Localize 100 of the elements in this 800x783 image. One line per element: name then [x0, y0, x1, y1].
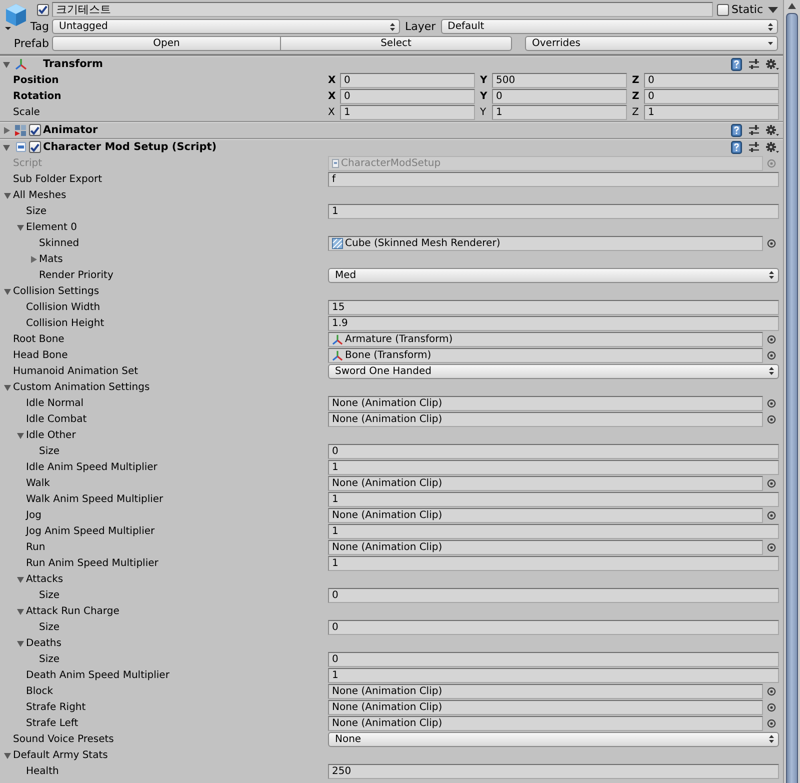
foldout-arrow-icon[interactable]	[17, 432, 24, 438]
text-field[interactable]: 250	[328, 764, 779, 778]
preset-sliders-icon[interactable]	[749, 142, 759, 152]
object-field[interactable]: None (Animation Clip)	[328, 684, 763, 698]
object-picker-icon[interactable]	[766, 510, 776, 520]
help-icon[interactable]	[731, 124, 742, 136]
object-picker-icon[interactable]	[766, 238, 776, 248]
foldout-label[interactable]: Default Army Stats	[13, 750, 108, 760]
foldout-label[interactable]: Collision Settings	[13, 286, 100, 296]
text-field[interactable]: 0	[328, 620, 779, 634]
foldout-arrow-icon[interactable]	[3, 60, 10, 68]
text-field[interactable]: 1	[328, 668, 779, 682]
text-field[interactable]: f	[328, 172, 779, 186]
popup-dropdown[interactable]: None	[328, 732, 779, 746]
number-field[interactable]: 1	[644, 104, 779, 120]
object-field[interactable]: Armature (Transform)	[328, 332, 763, 346]
foldout-label[interactable]: Attack Run Charge	[26, 606, 120, 616]
property-label: Script	[13, 158, 42, 168]
transform-axes-icon	[14, 58, 26, 70]
foldout-arrow-icon[interactable]	[3, 126, 10, 134]
foldout-arrow-icon[interactable]	[17, 608, 24, 614]
active-checkbox[interactable]	[37, 4, 49, 16]
number-field[interactable]: 0	[340, 88, 475, 104]
cube-icon[interactable]	[4, 3, 28, 30]
static-label: Static	[732, 3, 763, 16]
overrides-dropdown[interactable]: Overrides	[525, 36, 778, 51]
text-field[interactable]: 0	[328, 652, 779, 666]
number-field[interactable]: 0	[644, 88, 779, 104]
axis-label: Y	[480, 74, 488, 86]
enabled-checkbox[interactable]	[29, 124, 41, 136]
enabled-checkbox[interactable]	[29, 141, 41, 153]
foldout-label[interactable]: Custom Animation Settings	[13, 382, 150, 392]
number-field[interactable]: 500	[492, 72, 627, 88]
text-field[interactable]: 1	[328, 460, 779, 474]
foldout-arrow-icon[interactable]	[17, 224, 24, 230]
object-field[interactable]: None (Animation Clip)	[328, 716, 763, 730]
object-picker-icon[interactable]	[766, 478, 776, 488]
text-field[interactable]: 1	[328, 204, 779, 218]
object-picker-icon[interactable]	[766, 542, 776, 552]
popup-dropdown[interactable]: Sword One Handed	[328, 364, 779, 378]
object-field[interactable]: None (Animation Clip)	[328, 396, 763, 410]
foldout-arrow-icon[interactable]	[3, 144, 10, 150]
foldout-arrow-icon[interactable]	[4, 288, 11, 294]
foldout-label[interactable]: Mats	[39, 254, 63, 264]
text-field[interactable]: 1.9	[328, 316, 779, 330]
object-field[interactable]: None (Animation Clip)	[328, 540, 763, 554]
text-field[interactable]: 0	[328, 444, 779, 458]
foldout-arrow-icon[interactable]	[17, 640, 24, 646]
property-label: Block	[26, 686, 54, 696]
prefab-button[interactable]: Select	[281, 36, 512, 51]
text-field[interactable]: 1	[328, 492, 779, 506]
number-field[interactable]: 0	[644, 72, 779, 88]
foldout-arrow-icon[interactable]	[4, 752, 11, 758]
foldout-arrow-icon[interactable]	[4, 384, 11, 390]
settings-gear-icon[interactable]	[766, 124, 779, 136]
object-field[interactable]: None (Animation Clip)	[328, 700, 763, 714]
prefab-label: Prefab	[14, 37, 49, 50]
object-field[interactable]: Bone (Transform)	[328, 348, 763, 362]
number-field[interactable]: 1	[492, 104, 627, 120]
property-label: Size	[39, 590, 60, 600]
updown-arrows-icon	[769, 735, 774, 743]
preset-sliders-icon[interactable]	[749, 125, 759, 135]
help-icon[interactable]	[731, 140, 742, 154]
property-label: Collision Height	[26, 318, 104, 328]
popup-dropdown[interactable]: Med	[328, 268, 779, 282]
name-field[interactable]: 크기테스트	[52, 2, 713, 17]
property-label: Humanoid Animation Set	[13, 366, 138, 376]
text-field[interactable]: 1	[328, 524, 779, 538]
preset-sliders-icon[interactable]	[749, 59, 759, 69]
foldout-label[interactable]: All Meshes	[13, 190, 66, 200]
foldout-label[interactable]: Attacks	[26, 574, 64, 584]
settings-gear-icon[interactable]	[766, 142, 779, 152]
foldout-arrow-icon[interactable]	[30, 256, 37, 262]
dropdown-arrow-icon[interactable]	[768, 6, 778, 12]
tag-dropdown[interactable]: Untagged	[52, 19, 400, 34]
number-field[interactable]: 0	[492, 88, 627, 104]
object-field[interactable]: None (Animation Clip)	[328, 476, 763, 490]
object-field[interactable]: None (Animation Clip)	[328, 508, 763, 522]
foldout-label[interactable]: Deaths	[26, 638, 62, 648]
prefab-button[interactable]: Open	[52, 36, 281, 51]
foldout-label[interactable]: Element 0	[26, 222, 77, 232]
foldout-label[interactable]: Idle Other	[26, 430, 76, 440]
object-field[interactable]: Cube (Skinned Mesh Renderer)	[328, 236, 763, 250]
text-field[interactable]: 15	[328, 300, 779, 314]
number-field[interactable]: 1	[340, 104, 475, 120]
static-checkbox[interactable]	[716, 4, 729, 16]
help-icon[interactable]	[731, 58, 742, 70]
object-field[interactable]: None (Animation Clip)	[328, 412, 763, 426]
layer-dropdown[interactable]: Default	[440, 19, 778, 34]
property-label: Skinned	[39, 238, 80, 248]
settings-gear-icon[interactable]	[766, 58, 779, 70]
foldout-arrow-icon[interactable]	[4, 192, 11, 198]
number-field[interactable]: 0	[340, 72, 475, 88]
scrollbar-thumb[interactable]	[786, 13, 798, 783]
text-field[interactable]: 1	[328, 556, 779, 570]
scroll-up-arrow-icon[interactable]	[788, 3, 796, 9]
axis-label: Z	[632, 74, 640, 86]
text-field[interactable]: 0	[328, 588, 779, 602]
foldout-arrow-icon[interactable]	[17, 576, 24, 582]
script-file-icon	[332, 158, 339, 168]
